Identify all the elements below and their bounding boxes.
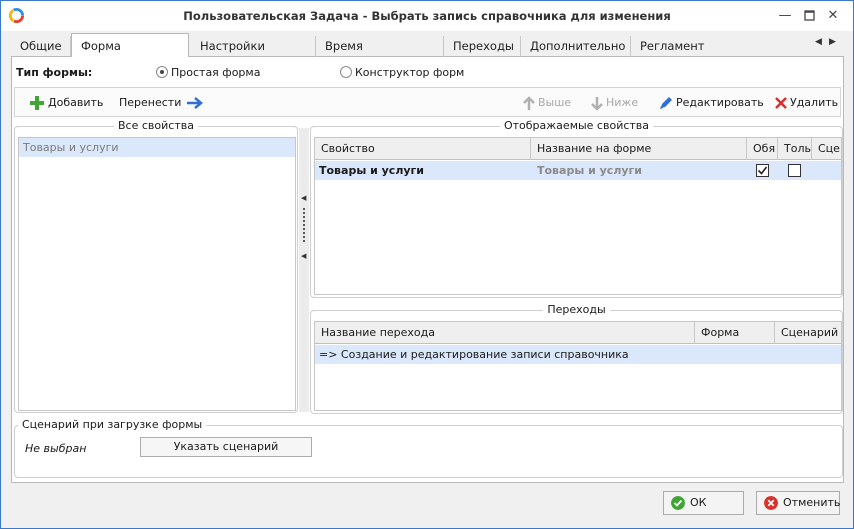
- dialog-window: Пользовательская Задача - Выбрать запись…: [0, 0, 854, 529]
- all-properties-list: Товары и услуги: [18, 137, 296, 411]
- column-form[interactable]: Форма: [695, 322, 775, 344]
- list-item[interactable]: Товары и услуги: [19, 138, 295, 157]
- pencil-icon: [660, 97, 672, 109]
- radio-form-constructor[interactable]: Конструктор форм: [340, 66, 464, 79]
- column-transition-name[interactable]: Название перехода: [315, 322, 695, 344]
- radio-selected-icon: [156, 66, 168, 78]
- scenario-status: Не выбран: [25, 442, 87, 455]
- column-readonly[interactable]: Толь: [778, 138, 812, 160]
- table-row[interactable]: => Создание и редактирование записи спра…: [315, 345, 841, 364]
- column-required[interactable]: Обя: [747, 138, 778, 160]
- grid-header: Название перехода Форма Сценарий: [315, 322, 841, 344]
- cell-property: Товары и услуги: [319, 164, 425, 177]
- transitions-grid: Название перехода Форма Сценарий => Созд…: [314, 321, 842, 411]
- column-scenario[interactable]: Сце: [812, 138, 843, 160]
- move-up-button[interactable]: Выше: [523, 94, 571, 112]
- displayed-properties-grid: Свойство Название на форме Обя Толь Сце …: [314, 137, 842, 295]
- tab-strip: Общие Форма (контекст) Настройки формы В…: [11, 33, 844, 77]
- cancel-label: Отменить: [783, 496, 841, 509]
- ok-check-icon: [671, 496, 685, 510]
- column-form-name[interactable]: Название на форме: [531, 138, 747, 160]
- tabs-scroll-right-icon[interactable]: ▶: [829, 37, 836, 47]
- checkmark-icon: [757, 166, 768, 175]
- displayed-properties-group: Отображаемые свойства Свойство Название …: [310, 119, 843, 298]
- splitter-grip-icon[interactable]: [303, 208, 305, 242]
- tabs-scroll-left-icon[interactable]: ◀: [815, 37, 822, 47]
- move-down-button[interactable]: Ниже: [591, 94, 638, 112]
- load-scenario-title: Сценарий при загрузке формы: [18, 418, 207, 431]
- delete-x-icon: [775, 97, 787, 109]
- form-type-label: Тип формы:: [16, 66, 93, 79]
- window-title: Пользовательская Задача - Выбрать запись…: [183, 9, 671, 23]
- radio-simple-form[interactable]: Простая форма: [156, 66, 260, 79]
- ok-label: ОК: [690, 496, 707, 509]
- ok-button[interactable]: ОК: [663, 491, 744, 515]
- table-row[interactable]: Товары и услуги Товары и услуги: [315, 161, 841, 180]
- displayed-properties-title: Отображаемые свойства: [499, 119, 654, 132]
- all-properties-title: Все свойства: [114, 119, 198, 132]
- tab-form-context[interactable]: Форма (контекст): [71, 33, 189, 77]
- tab-transitions[interactable]: Переходы: [444, 36, 521, 57]
- cancel-x-icon: [764, 496, 778, 510]
- add-button[interactable]: Добавить: [29, 94, 103, 112]
- toolbar: Добавить Перенести Выше Ниже Редактирова…: [14, 87, 841, 117]
- arrow-right-icon: [186, 97, 203, 109]
- arrow-up-icon: [523, 95, 535, 110]
- tab-form-settings[interactable]: Настройки формы: [191, 36, 316, 73]
- column-property[interactable]: Свойство: [315, 138, 531, 160]
- column-scenario[interactable]: Сценарий: [775, 322, 843, 344]
- required-checkbox[interactable]: [756, 164, 769, 177]
- radio-unselected-icon: [340, 66, 352, 78]
- move-button[interactable]: Перенести: [119, 94, 207, 112]
- readonly-checkbox[interactable]: [788, 164, 801, 177]
- set-scenario-button[interactable]: Указать сценарий: [140, 437, 312, 457]
- collapse-left-icon-2[interactable]: ◀: [301, 252, 306, 260]
- tab-additional[interactable]: Дополнительно: [521, 36, 631, 57]
- arrow-down-icon: [591, 96, 603, 111]
- tab-regulations[interactable]: Регламент: [631, 36, 715, 57]
- tab-general[interactable]: Общие: [11, 36, 71, 57]
- all-properties-group: Все свойства Товары и услуги: [14, 119, 298, 413]
- delete-button[interactable]: Удалить: [775, 94, 838, 112]
- load-scenario-group: Сценарий при загрузке формы Не выбран Ук…: [14, 418, 843, 478]
- minimize-icon[interactable]: —: [775, 7, 795, 25]
- close-icon[interactable]: ✕: [823, 7, 843, 25]
- maximize-icon[interactable]: [799, 7, 819, 25]
- transitions-group: Переходы Название перехода Форма Сценари…: [310, 303, 843, 414]
- edit-button[interactable]: Редактировать: [659, 94, 764, 112]
- transitions-title: Переходы: [543, 303, 610, 316]
- title-bar: Пользовательская Задача - Выбрать запись…: [1, 1, 853, 31]
- cancel-button[interactable]: Отменить: [756, 491, 840, 515]
- tab-execution-time[interactable]: Время выполнения: [316, 36, 444, 73]
- form-context-panel: Тип формы: Простая форма Конструктор фор…: [11, 57, 844, 483]
- panel-splitter[interactable]: ◀ ◀: [299, 128, 309, 412]
- grid-header: Свойство Название на форме Обя Толь Сце: [315, 138, 841, 160]
- collapse-left-icon[interactable]: ◀: [301, 194, 306, 202]
- plus-icon: [30, 96, 44, 110]
- cell-form-name[interactable]: Товары и услуги: [531, 161, 747, 180]
- cell-transition-name: => Создание и редактирование записи спра…: [319, 348, 629, 361]
